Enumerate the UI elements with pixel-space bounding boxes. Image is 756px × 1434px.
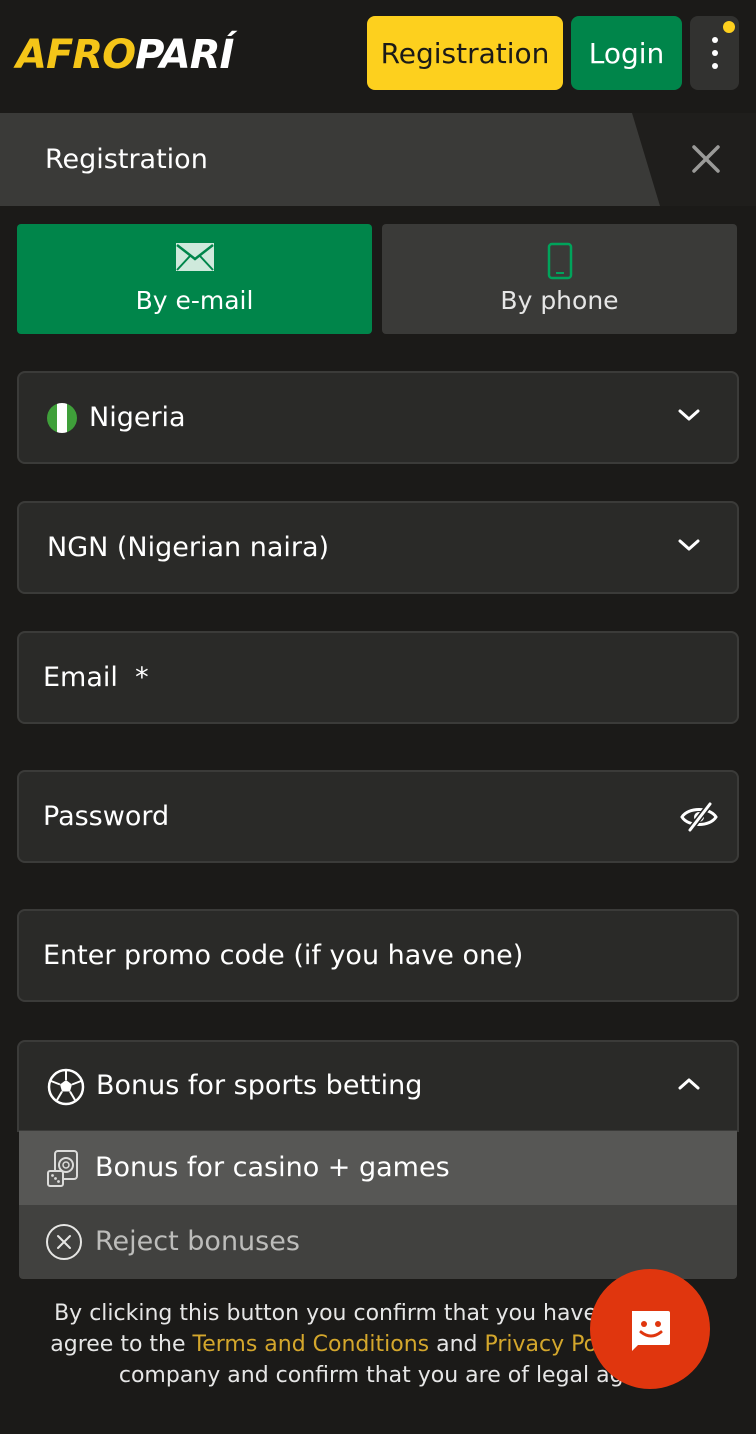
support-chat-button[interactable] [590, 1269, 710, 1389]
tab-by-phone[interactable]: By phone [382, 224, 737, 334]
disclaimer-text-2: and [429, 1332, 485, 1357]
tab-by-phone-label: By phone [500, 286, 619, 315]
tab-by-email[interactable]: By e-mail [17, 224, 372, 334]
afropari-logo[interactable]: AFROPARÍ [16, 30, 234, 80]
promo-code-field[interactable]: Enter promo code (if you have one) [17, 909, 739, 1002]
casino-chip-dice-icon [45, 1149, 81, 1193]
kebab-menu-icon[interactable] [690, 16, 739, 90]
currency-value: NGN (Nigerian naira) [47, 532, 330, 563]
registration-button-label: Registration [380, 36, 550, 70]
circle-x-icon [45, 1223, 83, 1265]
password-placeholder: Password [43, 801, 170, 832]
eye-hidden-icon[interactable] [679, 802, 719, 836]
chat-smile-icon [632, 1311, 670, 1351]
terms-link[interactable]: Terms and Conditions [193, 1332, 430, 1357]
top-header: AFROPARÍ Registration Login [0, 0, 756, 112]
email-field[interactable]: Email * [17, 631, 739, 724]
menu-dot [712, 50, 718, 56]
page-title: Registration [45, 144, 208, 175]
country-value: Nigeria [89, 402, 186, 433]
promo-code-placeholder: Enter promo code (if you have one) [43, 940, 524, 971]
registration-button[interactable]: Registration [367, 16, 563, 90]
email-placeholder: Email * [43, 662, 149, 693]
tab-by-email-label: By e-mail [135, 286, 254, 315]
logo-pari-text: PARÍ [135, 32, 234, 78]
registration-titlebar: Registration [0, 113, 756, 206]
close-icon[interactable] [684, 137, 728, 181]
country-select[interactable]: Nigeria [17, 371, 739, 464]
envelope-icon [175, 242, 215, 276]
chevron-down-icon [677, 407, 701, 427]
notification-dot [723, 21, 735, 33]
menu-dot [712, 63, 718, 69]
logo-afro-text: AFRO [16, 32, 136, 78]
chevron-up-icon [677, 1076, 701, 1096]
bonus-option-reject-label: Reject bonuses [95, 1226, 300, 1257]
login-button-label: Login [588, 36, 665, 70]
menu-dot [712, 37, 718, 43]
bonus-selected-value: Bonus for sports betting [96, 1070, 423, 1101]
bonus-option-casino[interactable]: Bonus for casino + games [19, 1131, 737, 1205]
bonus-option-reject[interactable]: Reject bonuses [19, 1205, 737, 1279]
chevron-down-icon [677, 537, 701, 557]
nigeria-flag-icon [47, 403, 77, 433]
soccer-ball-icon [47, 1068, 85, 1110]
password-field[interactable]: Password [17, 770, 739, 863]
smartphone-icon [547, 242, 573, 284]
login-button[interactable]: Login [571, 16, 682, 90]
currency-select[interactable]: NGN (Nigerian naira) [17, 501, 739, 594]
bonus-option-casino-label: Bonus for casino + games [95, 1152, 450, 1183]
bonus-select[interactable]: Bonus for sports betting [17, 1040, 739, 1132]
